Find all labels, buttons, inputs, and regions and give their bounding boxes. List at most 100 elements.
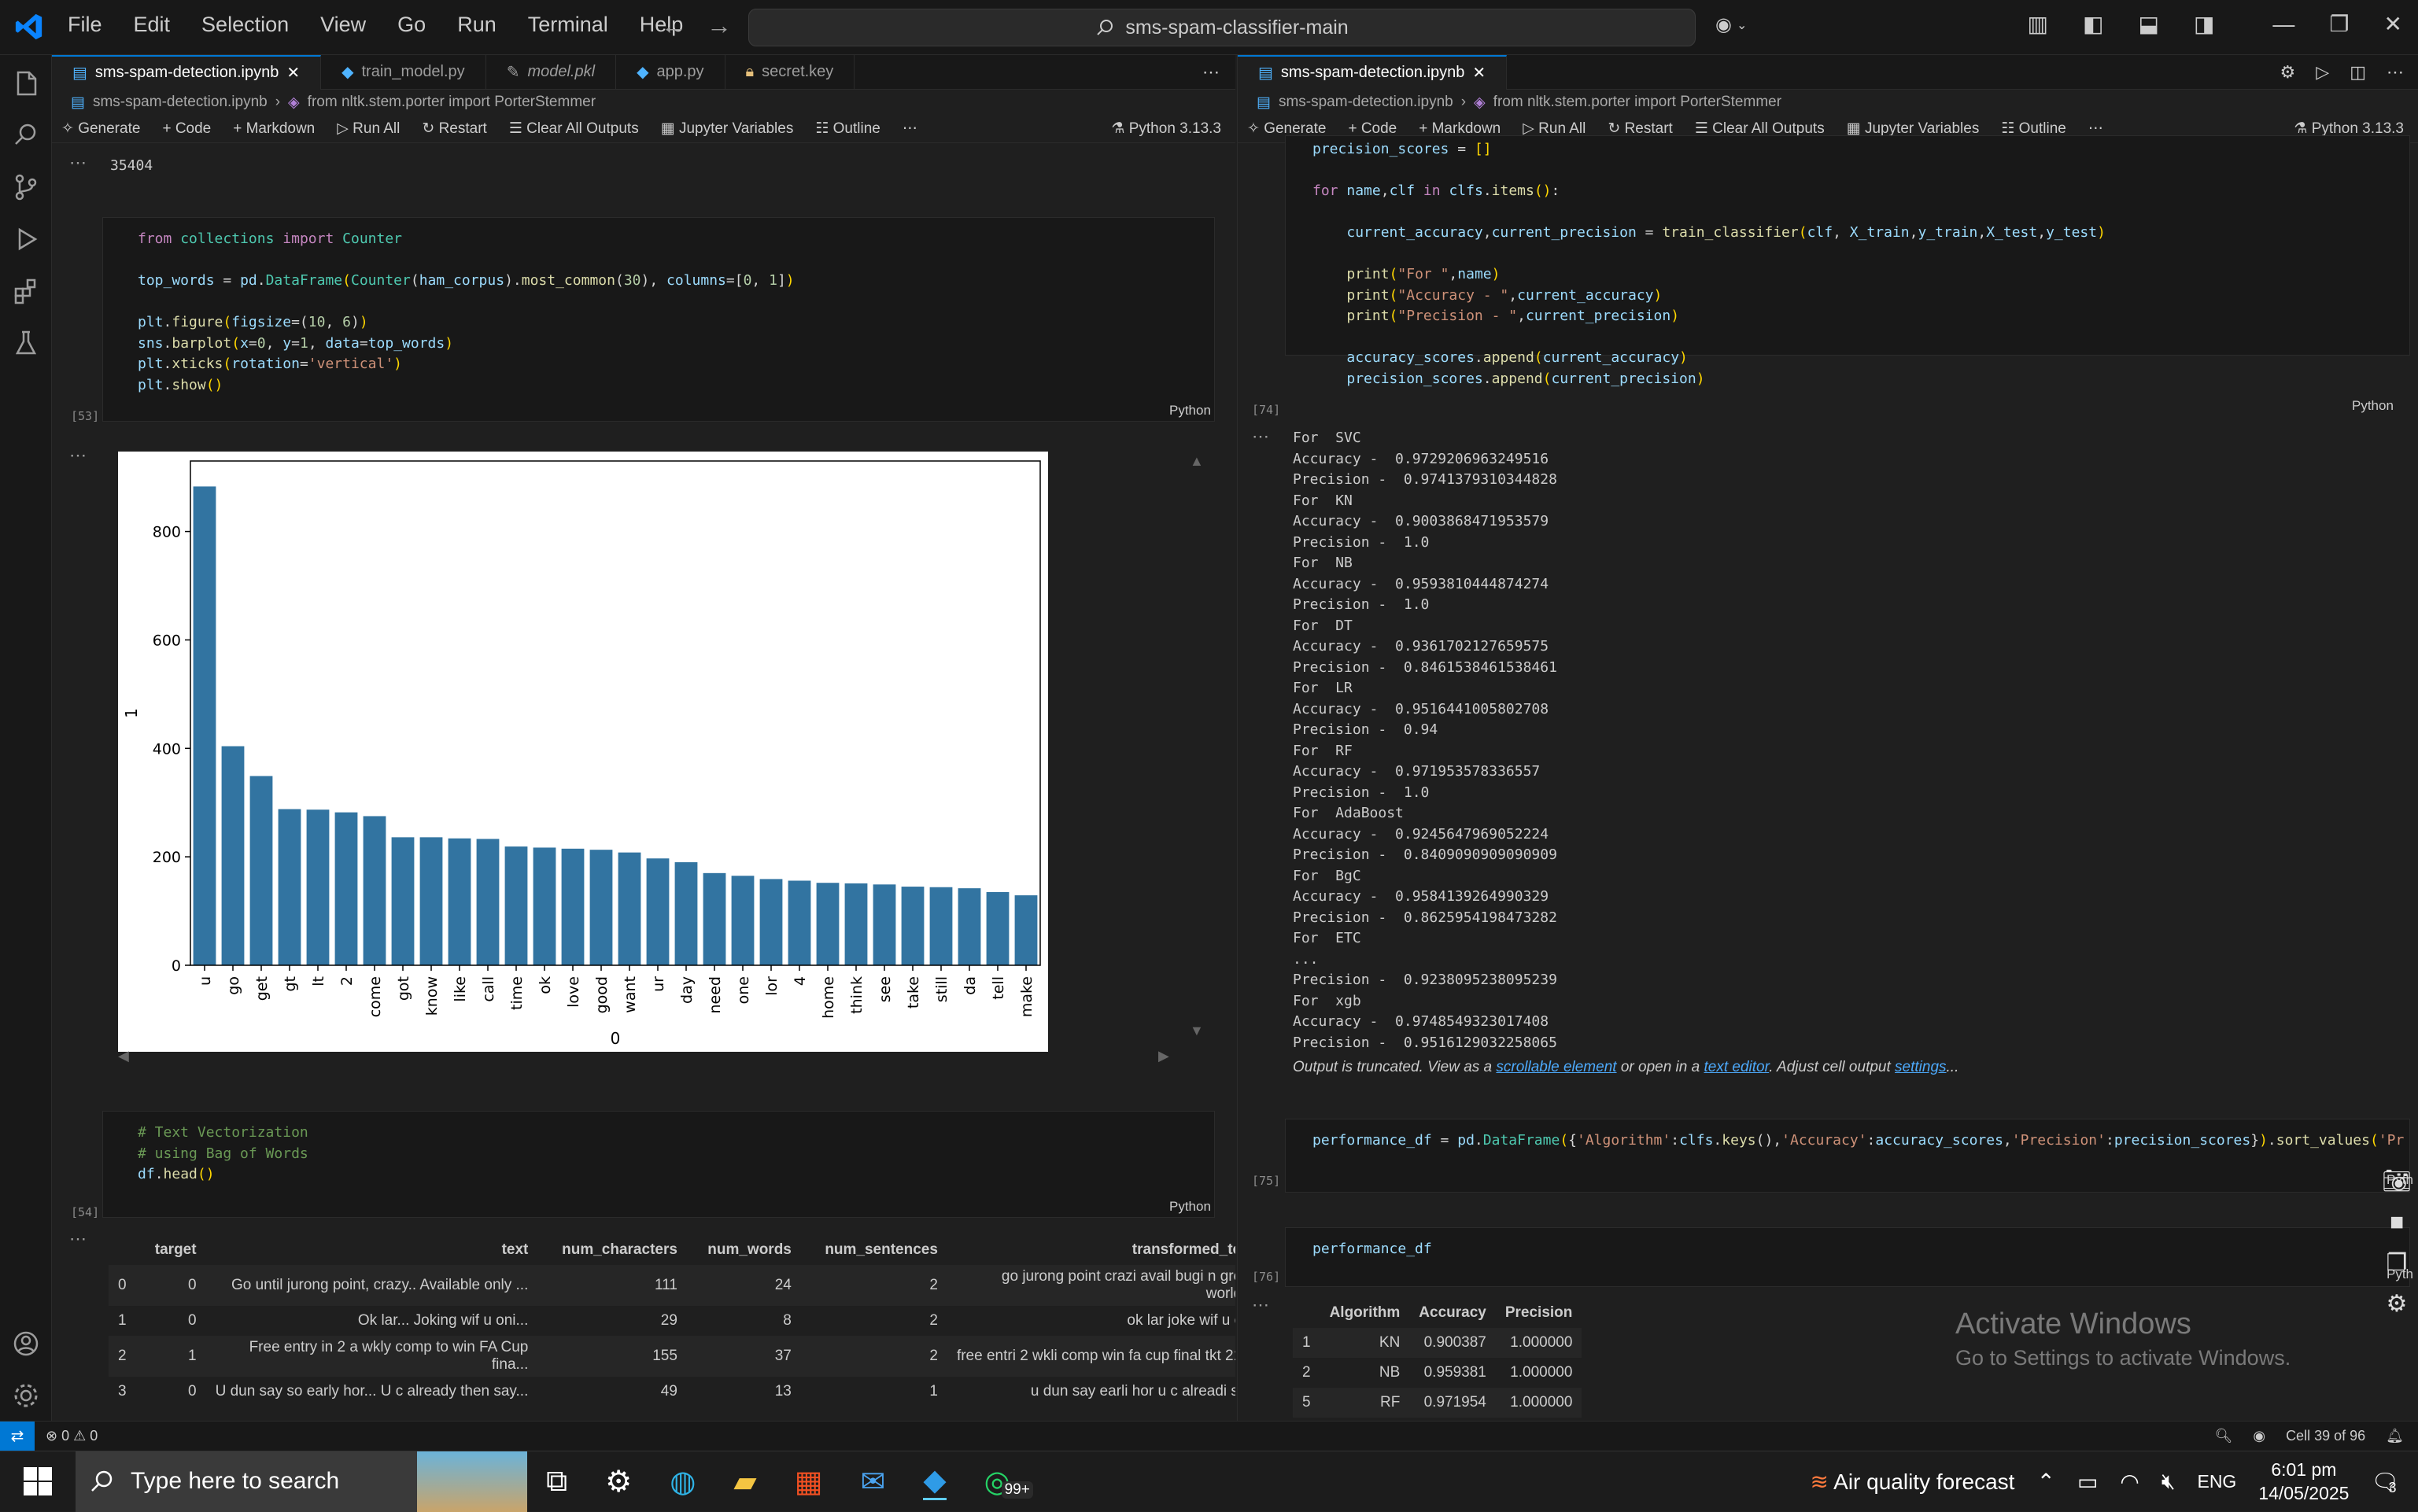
scrollable-element-link[interactable]: scrollable element — [1496, 1059, 1616, 1075]
menu-run[interactable]: Run — [457, 13, 497, 37]
close-tab-icon[interactable]: ✕ — [286, 63, 300, 83]
menu-terminal[interactable]: Terminal — [528, 13, 608, 37]
windows-start-icon[interactable] — [24, 1467, 52, 1495]
run-debug-icon[interactable] — [10, 223, 42, 255]
account-icon[interactable] — [10, 1328, 42, 1359]
search-icon[interactable] — [10, 120, 42, 151]
output-menu-icon[interactable]: ⋯ — [1252, 426, 1269, 447]
back-arrow-icon[interactable]: ← — [661, 11, 686, 40]
tab-secret-key[interactable]: 🔒︎ secret.key — [725, 55, 855, 90]
microsoft-store-icon[interactable]: ▦ — [795, 1464, 823, 1499]
close-icon[interactable]: ✕ — [2384, 11, 2402, 37]
cell-language[interactable]: Python — [1169, 403, 1211, 419]
add-code-button[interactable]: + Code — [162, 120, 211, 138]
customize-layout-icon[interactable]: ▥ — [2028, 11, 2048, 37]
menu-selection[interactable]: Selection — [201, 13, 289, 37]
scroll-up-icon[interactable]: ▲ — [1190, 453, 1204, 470]
video-icon[interactable]: ■ — [2381, 1202, 2412, 1243]
more-icon[interactable]: ⋯ — [903, 120, 917, 138]
restart-button[interactable]: ↻ Restart — [422, 120, 486, 138]
problems-indicator[interactable]: ⊗ 0 ⚠ 0 — [46, 1428, 98, 1444]
taskbar-search-box[interactable]: Type here to search — [76, 1451, 527, 1512]
camera-icon[interactable]: 📷︎ — [2381, 1161, 2412, 1202]
scroll-right-icon[interactable]: ▶ — [1158, 1048, 1169, 1064]
cell-language[interactable]: Python — [1169, 1199, 1211, 1215]
breadcrumb-symbol[interactable]: from nltk.stem.porter import PorterStemm… — [1493, 94, 1781, 111]
code-cell-54[interactable]: # Text Vectorization # using Bag of Word… — [102, 1111, 1215, 1218]
kernel-picker[interactable]: ⚗ Python 3.13.3 — [1111, 120, 1221, 138]
toggle-secondary-sidebar-icon[interactable]: ◨ — [2194, 11, 2214, 37]
source-control-icon[interactable] — [10, 171, 42, 203]
minimize-icon[interactable]: — — [2272, 12, 2294, 37]
speaker-muted-icon[interactable]: 🔇︎ — [2161, 1469, 2176, 1495]
whatsapp-icon[interactable]: ◎ 99+ — [984, 1464, 1033, 1499]
mail-icon[interactable]: ✉ — [861, 1464, 886, 1499]
menu-view[interactable]: View — [320, 13, 366, 37]
code-cell-75[interactable]: performance_df = pd.DataFrame({'Algorith… — [1285, 1119, 2410, 1193]
breadcrumb-file[interactable]: sms-spam-detection.ipynb — [93, 94, 268, 111]
scroll-left-icon[interactable]: ◀ — [118, 1048, 129, 1064]
remote-icon[interactable]: ⇄ — [0, 1421, 35, 1451]
tab-sms-spam-detection[interactable]: ▤ sms-spam-detection.ipynb ✕ — [52, 55, 322, 90]
breadcrumb-file[interactable]: sms-spam-detection.ipynb — [1279, 94, 1453, 111]
cell-language[interactable]: Python — [2352, 398, 2394, 414]
output-menu-icon[interactable]: ⋯ — [1252, 1295, 1269, 1315]
window-icon[interactable]: ❐ — [2381, 1243, 2412, 1284]
explorer-icon[interactable] — [10, 68, 42, 99]
generate-button[interactable]: ✧ Generate — [61, 120, 140, 138]
code-cell-53[interactable]: from collections import Counter top_word… — [102, 217, 1215, 422]
code-cell-76[interactable]: performance_df — [1285, 1227, 2410, 1287]
tab-sms-spam-detection[interactable]: ▤ sms-spam-detection.ipynb ✕ — [1238, 55, 1508, 90]
tab-model-pkl[interactable]: ✎ model.pkl — [486, 55, 617, 90]
split-editor-icon[interactable]: ◫ — [2350, 62, 2366, 83]
toggle-panel-icon[interactable]: ⬓ — [2138, 11, 2158, 37]
gear-icon[interactable]: ⚙ — [2381, 1284, 2412, 1325]
zoom-icon[interactable]: 🔍︎ — [2214, 1428, 2232, 1444]
settings-gear-icon[interactable] — [10, 1380, 42, 1411]
copilot-status-icon[interactable]: ◉ — [2253, 1428, 2265, 1444]
extensions-icon[interactable] — [10, 275, 42, 307]
gear-icon[interactable]: ⚙ — [2280, 62, 2296, 83]
jupyter-variables-button[interactable]: ▦ Jupyter Variables — [661, 120, 794, 138]
more-actions-icon[interactable]: ⋯ — [1202, 62, 1220, 83]
action-center-icon[interactable]: 🗨︎ 3 — [2371, 1469, 2399, 1495]
weather-widget[interactable]: ≋ Air quality forecast — [1810, 1469, 2014, 1495]
file-explorer-icon[interactable]: ▰ — [733, 1464, 756, 1499]
settings-link[interactable]: settings — [1895, 1059, 1946, 1075]
battery-icon[interactable]: ▭ — [2077, 1469, 2098, 1495]
testing-icon[interactable] — [10, 327, 42, 359]
code-cell-74[interactable]: precision_scores = [] for name,clf in cl… — [1285, 135, 2410, 387]
tab-app-py[interactable]: ◆ app.py — [616, 55, 725, 90]
menu-go[interactable]: Go — [397, 13, 426, 37]
command-center-search[interactable]: sms-spam-classifier-main — [748, 9, 1696, 46]
task-view-icon[interactable]: ⧉ — [546, 1465, 567, 1499]
copilot-button[interactable]: ◉ ⌄ — [1715, 13, 1747, 36]
run-icon[interactable]: ▷ — [2316, 62, 2329, 83]
text-editor-link[interactable]: text editor — [1704, 1059, 1769, 1075]
outline-button[interactable]: ☷ Outline — [815, 120, 880, 138]
wifi-icon[interactable]: ◠ — [2120, 1469, 2139, 1495]
close-tab-icon[interactable]: ✕ — [1472, 63, 1486, 83]
cell-indicator[interactable]: Cell 39 of 96 — [2286, 1428, 2365, 1444]
output-menu-icon[interactable]: ⋯ — [69, 445, 87, 466]
notifications-icon[interactable]: 🔔︎ — [2386, 1428, 2404, 1444]
breadcrumb-symbol[interactable]: from nltk.stem.porter import PorterStemm… — [308, 94, 596, 111]
chevron-up-icon[interactable]: ⌃ — [2036, 1469, 2054, 1495]
add-markdown-button[interactable]: + Markdown — [233, 120, 315, 138]
restore-icon[interactable]: ❐ — [2329, 11, 2349, 37]
language-indicator[interactable]: ENG — [2197, 1471, 2236, 1492]
more-actions-icon[interactable]: ⋯ — [2387, 62, 2404, 83]
output-menu-icon[interactable]: ⋯ — [69, 153, 87, 173]
run-all-button[interactable]: ▷ Run All — [337, 120, 400, 138]
toggle-primary-sidebar-icon[interactable]: ◧ — [2083, 11, 2103, 37]
settings-app-icon[interactable]: ⚙ — [605, 1464, 632, 1499]
output-menu-icon[interactable]: ⋯ — [69, 1229, 87, 1249]
menu-edit[interactable]: Edit — [134, 13, 171, 37]
edge-browser-icon[interactable]: ◍ — [670, 1464, 696, 1499]
clock[interactable]: 6:01 pm 14/05/2025 — [2258, 1458, 2349, 1505]
menu-file[interactable]: File — [68, 13, 102, 37]
forward-arrow-icon[interactable]: → — [707, 11, 732, 40]
clear-outputs-button[interactable]: ☰ Clear All Outputs — [509, 120, 639, 138]
tab-train-model[interactable]: ◆ train_model.py — [321, 55, 486, 90]
vscode-taskbar-icon[interactable]: ◆ — [923, 1462, 947, 1500]
